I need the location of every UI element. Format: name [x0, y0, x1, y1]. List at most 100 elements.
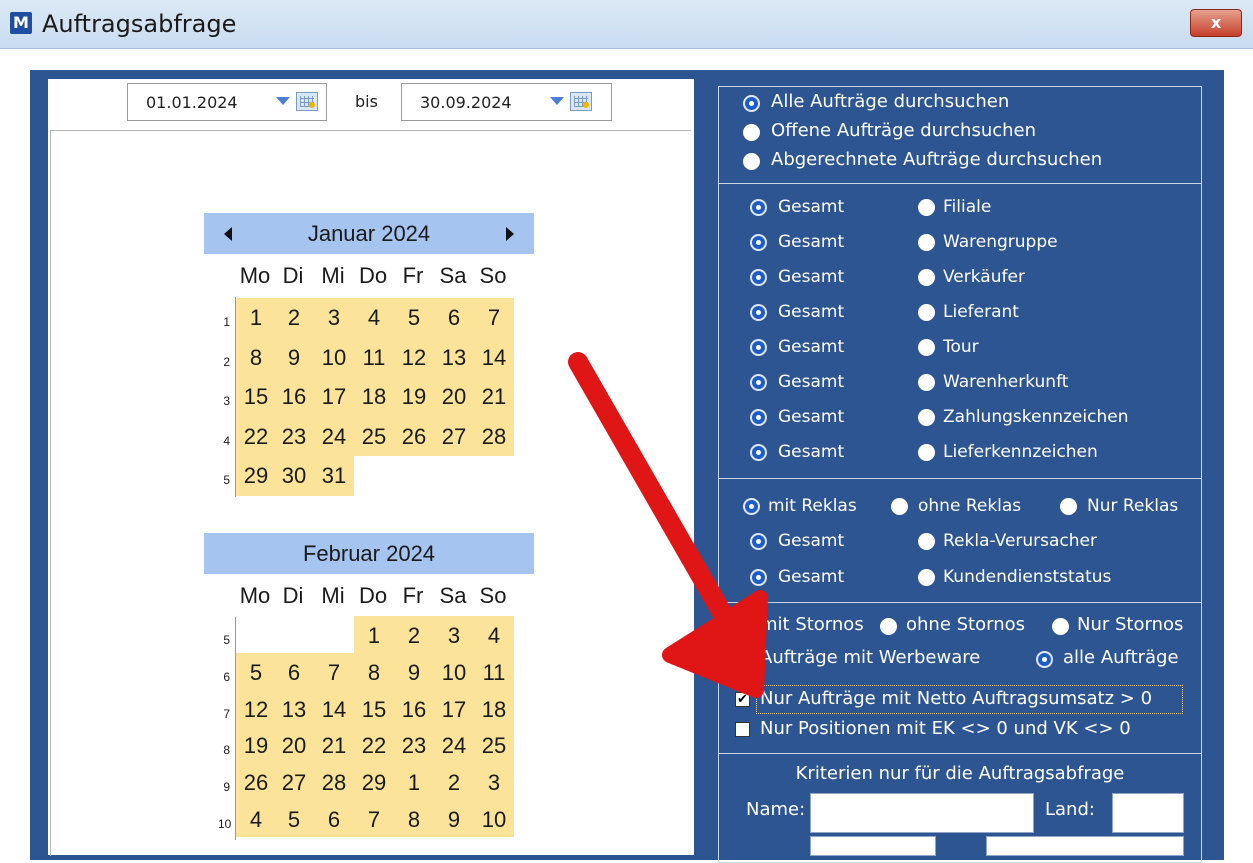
search-scope-radio[interactable]: [743, 124, 760, 141]
calendar-day[interactable]: 8: [355, 660, 393, 686]
calendar-icon[interactable]: [296, 92, 318, 111]
filter-label[interactable]: Tour: [943, 337, 979, 357]
calendar-day[interactable]: 17: [435, 697, 473, 723]
calendar-day[interactable]: 23: [395, 733, 433, 759]
gesamt-label[interactable]: Gesamt: [778, 567, 844, 587]
plz-input[interactable]: [810, 836, 936, 856]
calendar-day[interactable]: 5: [395, 305, 433, 331]
filter-label[interactable]: Lieferant: [943, 302, 1019, 322]
calendar-day[interactable]: 13: [435, 345, 473, 371]
gesamt-label[interactable]: Gesamt: [778, 302, 844, 322]
calendar-day[interactable]: 11: [475, 660, 513, 686]
filter-radio[interactable]: [918, 234, 935, 251]
gesamt-label[interactable]: Gesamt: [778, 232, 844, 252]
calendar-day[interactable]: 7: [315, 660, 353, 686]
calendar-day[interactable]: 2: [275, 305, 313, 331]
calendar-day[interactable]: 1: [395, 770, 433, 796]
calendar-day[interactable]: 30: [275, 463, 313, 489]
calendar-day[interactable]: 27: [275, 770, 313, 796]
calendar-day[interactable]: 28: [475, 424, 513, 450]
filter-radio[interactable]: [918, 269, 935, 286]
filter-label[interactable]: Lieferkennzeichen: [943, 442, 1098, 462]
date-to-field[interactable]: 30.09.2024: [401, 83, 612, 121]
stornos-radio[interactable]: [1052, 618, 1069, 635]
calendar-day[interactable]: 5: [275, 807, 313, 833]
filter-label[interactable]: Zahlungskennzeichen: [943, 407, 1128, 427]
calendar-day[interactable]: 9: [395, 660, 433, 686]
next-month-icon[interactable]: [506, 227, 514, 241]
filter-label[interactable]: Rekla-Verursacher: [943, 531, 1097, 551]
calendar-day[interactable]: 29: [355, 770, 393, 796]
reklas-label[interactable]: ohne Reklas: [918, 496, 1021, 516]
calendar-day[interactable]: 7: [475, 305, 513, 331]
calendar-day[interactable]: 11: [355, 345, 393, 371]
calendar-day[interactable]: 3: [315, 305, 353, 331]
calendar-day[interactable]: 21: [315, 733, 353, 759]
calendar-day[interactable]: 8: [237, 345, 275, 371]
filter-radio[interactable]: [918, 339, 935, 356]
calendar-icon[interactable]: [570, 92, 592, 111]
search-scope-label[interactable]: Alle Aufträge durchsuchen: [771, 91, 1009, 112]
calendar-day[interactable]: 19: [395, 384, 433, 410]
dropdown-arrow-icon[interactable]: [550, 97, 564, 105]
filter-label[interactable]: Filiale: [943, 197, 991, 217]
ort-input[interactable]: [986, 836, 1184, 856]
filter-label[interactable]: Warenherkunft: [943, 372, 1068, 392]
calendar-day[interactable]: 26: [237, 770, 275, 796]
gesamt-label[interactable]: Gesamt: [778, 442, 844, 462]
calendar-day[interactable]: 27: [435, 424, 473, 450]
filter-radio[interactable]: [918, 304, 935, 321]
calendar-day[interactable]: 23: [275, 424, 313, 450]
reklas-radio[interactable]: [1060, 498, 1077, 515]
calendar-day[interactable]: 17: [315, 384, 353, 410]
calendar-day[interactable]: 9: [435, 807, 473, 833]
calendar-day[interactable]: 10: [475, 807, 513, 833]
close-button[interactable]: x: [1190, 9, 1242, 37]
calendar-day[interactable]: 22: [237, 424, 275, 450]
calendar-day[interactable]: 16: [275, 384, 313, 410]
gesamt-radio[interactable]: [750, 199, 767, 216]
netto-umsatz-label[interactable]: Nur Aufträge mit Netto Auftragsumsatz > …: [760, 688, 1152, 709]
filter-label[interactable]: Verkäufer: [943, 267, 1025, 287]
search-scope-label[interactable]: Offene Aufträge durchsuchen: [771, 120, 1036, 141]
calendar-day[interactable]: 21: [475, 384, 513, 410]
calendar-day[interactable]: 6: [435, 305, 473, 331]
filter-radio[interactable]: [918, 199, 935, 216]
calendar-day[interactable]: 6: [315, 807, 353, 833]
calendar-day[interactable]: 6: [275, 660, 313, 686]
filter-radio[interactable]: [918, 569, 935, 586]
filter-label[interactable]: Kundendienststatus: [943, 567, 1111, 587]
calendar-day[interactable]: 24: [315, 424, 353, 450]
calendar-day[interactable]: 3: [435, 623, 473, 649]
werbeware-radio[interactable]: [1036, 651, 1053, 668]
calendar-day[interactable]: 20: [275, 733, 313, 759]
reklas-label[interactable]: Nur Reklas: [1087, 496, 1178, 516]
gesamt-label[interactable]: Gesamt: [778, 267, 844, 287]
reklas-radio[interactable]: [891, 498, 908, 515]
filter-radio[interactable]: [918, 409, 935, 426]
date-from-field[interactable]: 01.01.2024: [127, 83, 327, 121]
filter-radio[interactable]: [918, 444, 935, 461]
gesamt-label[interactable]: Gesamt: [778, 337, 844, 357]
calendar-day[interactable]: 4: [355, 305, 393, 331]
search-scope-radio[interactable]: [743, 153, 760, 170]
calendar-day[interactable]: 9: [275, 345, 313, 371]
calendar-day[interactable]: 3: [475, 770, 513, 796]
calendar-day[interactable]: 8: [395, 807, 433, 833]
calendar-day[interactable]: 4: [237, 807, 275, 833]
reklas-label[interactable]: mit Reklas: [768, 496, 857, 516]
calendar-day[interactable]: 19: [237, 733, 275, 759]
calendar-day[interactable]: 1: [355, 623, 393, 649]
stornos-label[interactable]: Nur Stornos: [1077, 614, 1183, 635]
search-scope-radio[interactable]: [743, 95, 760, 112]
calendar-day[interactable]: 18: [355, 384, 393, 410]
calendar-day[interactable]: 28: [315, 770, 353, 796]
calendar-day[interactable]: 7: [355, 807, 393, 833]
calendar-day[interactable]: 16: [395, 697, 433, 723]
land-input[interactable]: [1112, 793, 1184, 833]
calendar-day[interactable]: 25: [475, 733, 513, 759]
calendar-day[interactable]: 26: [395, 424, 433, 450]
gesamt-label[interactable]: Gesamt: [778, 372, 844, 392]
calendar-day[interactable]: 25: [355, 424, 393, 450]
calendar-day[interactable]: 31: [315, 463, 353, 489]
